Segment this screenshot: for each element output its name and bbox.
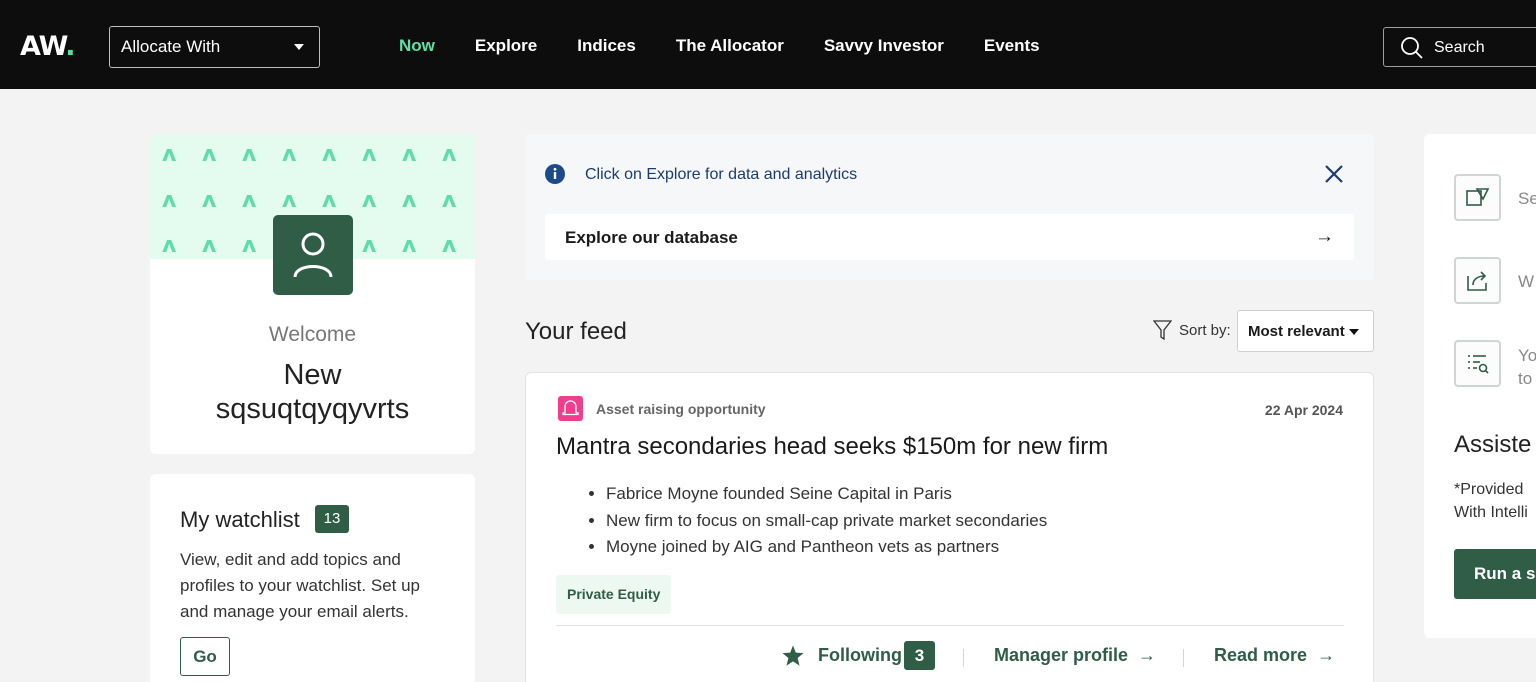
search-box[interactable]: Search <box>1383 27 1536 67</box>
nav-item-events[interactable]: Events <box>984 36 1040 56</box>
sidebar-item-2-icon[interactable] <box>1454 257 1501 304</box>
article-bullets: Fabrice Moyne founded Seine Capital in P… <box>606 481 1047 561</box>
allocate-with-dropdown-label: Allocate With <box>121 37 221 56</box>
feed-article-card: Asset raising opportunity 22 Apr 2024 Ma… <box>525 372 1374 682</box>
watchlist-go-button[interactable]: Go <box>180 637 230 676</box>
allocate-with-dropdown[interactable]: Allocate With <box>109 26 320 68</box>
bell-icon <box>558 396 583 421</box>
nav-item-indices[interactable]: Indices <box>577 36 636 56</box>
star-icon[interactable] <box>781 644 805 668</box>
info-icon <box>545 164 565 184</box>
list-search-icon <box>1468 355 1489 374</box>
search-icon <box>1401 37 1423 59</box>
user-icon <box>293 232 333 278</box>
profile-card: ʌʌʌʌʌʌʌʌ ʌʌʌʌʌʌʌʌ ʌʌʌʌʌʌ Welcome New sqs… <box>150 134 475 454</box>
arrow-right-icon: → <box>1138 645 1157 665</box>
share-icon <box>1467 271 1487 291</box>
watchlist-count-badge: 13 <box>315 505 349 533</box>
filter-icon <box>1153 320 1172 341</box>
nav-item-savvy-investor[interactable]: Savvy Investor <box>824 36 944 56</box>
sidebar-item-3-icon[interactable] <box>1454 340 1501 387</box>
welcome-text: Welcome <box>268 323 357 346</box>
following-button[interactable]: Following <box>818 645 902 666</box>
assisted-search-note: *Provided With Intelli <box>1454 481 1528 521</box>
caret-down-icon <box>294 44 304 50</box>
close-icon[interactable] <box>1324 164 1344 184</box>
sidebar-item-1-label[interactable]: Se <box>1518 189 1536 209</box>
watchlist-card: My watchlist 13 View, edit and add topic… <box>150 474 475 682</box>
explore-database-label: Explore our database <box>565 228 738 247</box>
divider <box>556 625 1344 626</box>
article-date: 22 Apr 2024 <box>1264 402 1343 418</box>
sidebar-item-2-label[interactable]: W <box>1518 272 1534 292</box>
article-headline[interactable]: Mantra secondaries head seeks $150m for … <box>556 433 1108 461</box>
read-more-link[interactable]: Read more → <box>1214 645 1335 666</box>
feed-title: Your feed <box>525 318 627 345</box>
top-navigation-bar: AW. Allocate With Now Explore Indices Th… <box>0 0 1536 89</box>
main-nav: Now Explore Indices The Allocator Savvy … <box>399 36 1080 56</box>
watchlist-title: My watchlist <box>180 507 300 532</box>
brand-logo[interactable]: AW. <box>20 33 76 60</box>
sort-dropdown-value: Most relevant <box>1248 323 1345 340</box>
article-category: Asset raising opportunity <box>596 401 766 417</box>
info-banner: Click on Explore for data and analytics … <box>525 134 1374 280</box>
search-label: Search <box>1434 39 1485 56</box>
arrow-right-icon: → <box>1317 645 1336 665</box>
manager-profile-link[interactable]: Manager profile → <box>994 645 1156 666</box>
caret-down-icon <box>1349 329 1359 335</box>
user-name: New sqsuqtqyqyvrts <box>215 359 410 425</box>
list-item: Fabrice Moyne founded Seine Capital in P… <box>606 481 1047 508</box>
right-panel: Se W Yo to Assiste *Provided With Intell… <box>1424 134 1536 638</box>
sort-dropdown[interactable]: Most relevant <box>1237 310 1374 352</box>
watchlist-description: View, edit and add topics and profiles t… <box>180 550 421 621</box>
sidebar-item-1-icon[interactable] <box>1454 174 1501 221</box>
nav-item-now[interactable]: Now <box>399 36 435 56</box>
nav-item-explore[interactable]: Explore <box>475 36 537 56</box>
article-tag[interactable]: Private Equity <box>556 575 672 614</box>
sort-label: Sort by: <box>1179 322 1231 339</box>
explore-database-link[interactable]: Explore our database → <box>545 214 1354 260</box>
list-item: New firm to focus on small-cap private m… <box>606 508 1047 535</box>
run-search-button[interactable]: Run a se <box>1454 549 1536 599</box>
assisted-search-heading: Assiste <box>1454 431 1532 458</box>
avatar[interactable] <box>273 215 353 295</box>
search-document-icon <box>1466 188 1490 206</box>
following-count-badge: 3 <box>904 641 935 670</box>
divider <box>963 649 964 667</box>
arrow-right-icon: → <box>1315 226 1334 247</box>
nav-item-the-allocator[interactable]: The Allocator <box>676 36 784 56</box>
sidebar-item-3-label[interactable]: Yo to <box>1518 344 1536 390</box>
banner-message: Click on Explore for data and analytics <box>585 166 858 183</box>
divider <box>1183 649 1184 667</box>
list-item: Moyne joined by AIG and Pantheon vets as… <box>606 534 1047 561</box>
